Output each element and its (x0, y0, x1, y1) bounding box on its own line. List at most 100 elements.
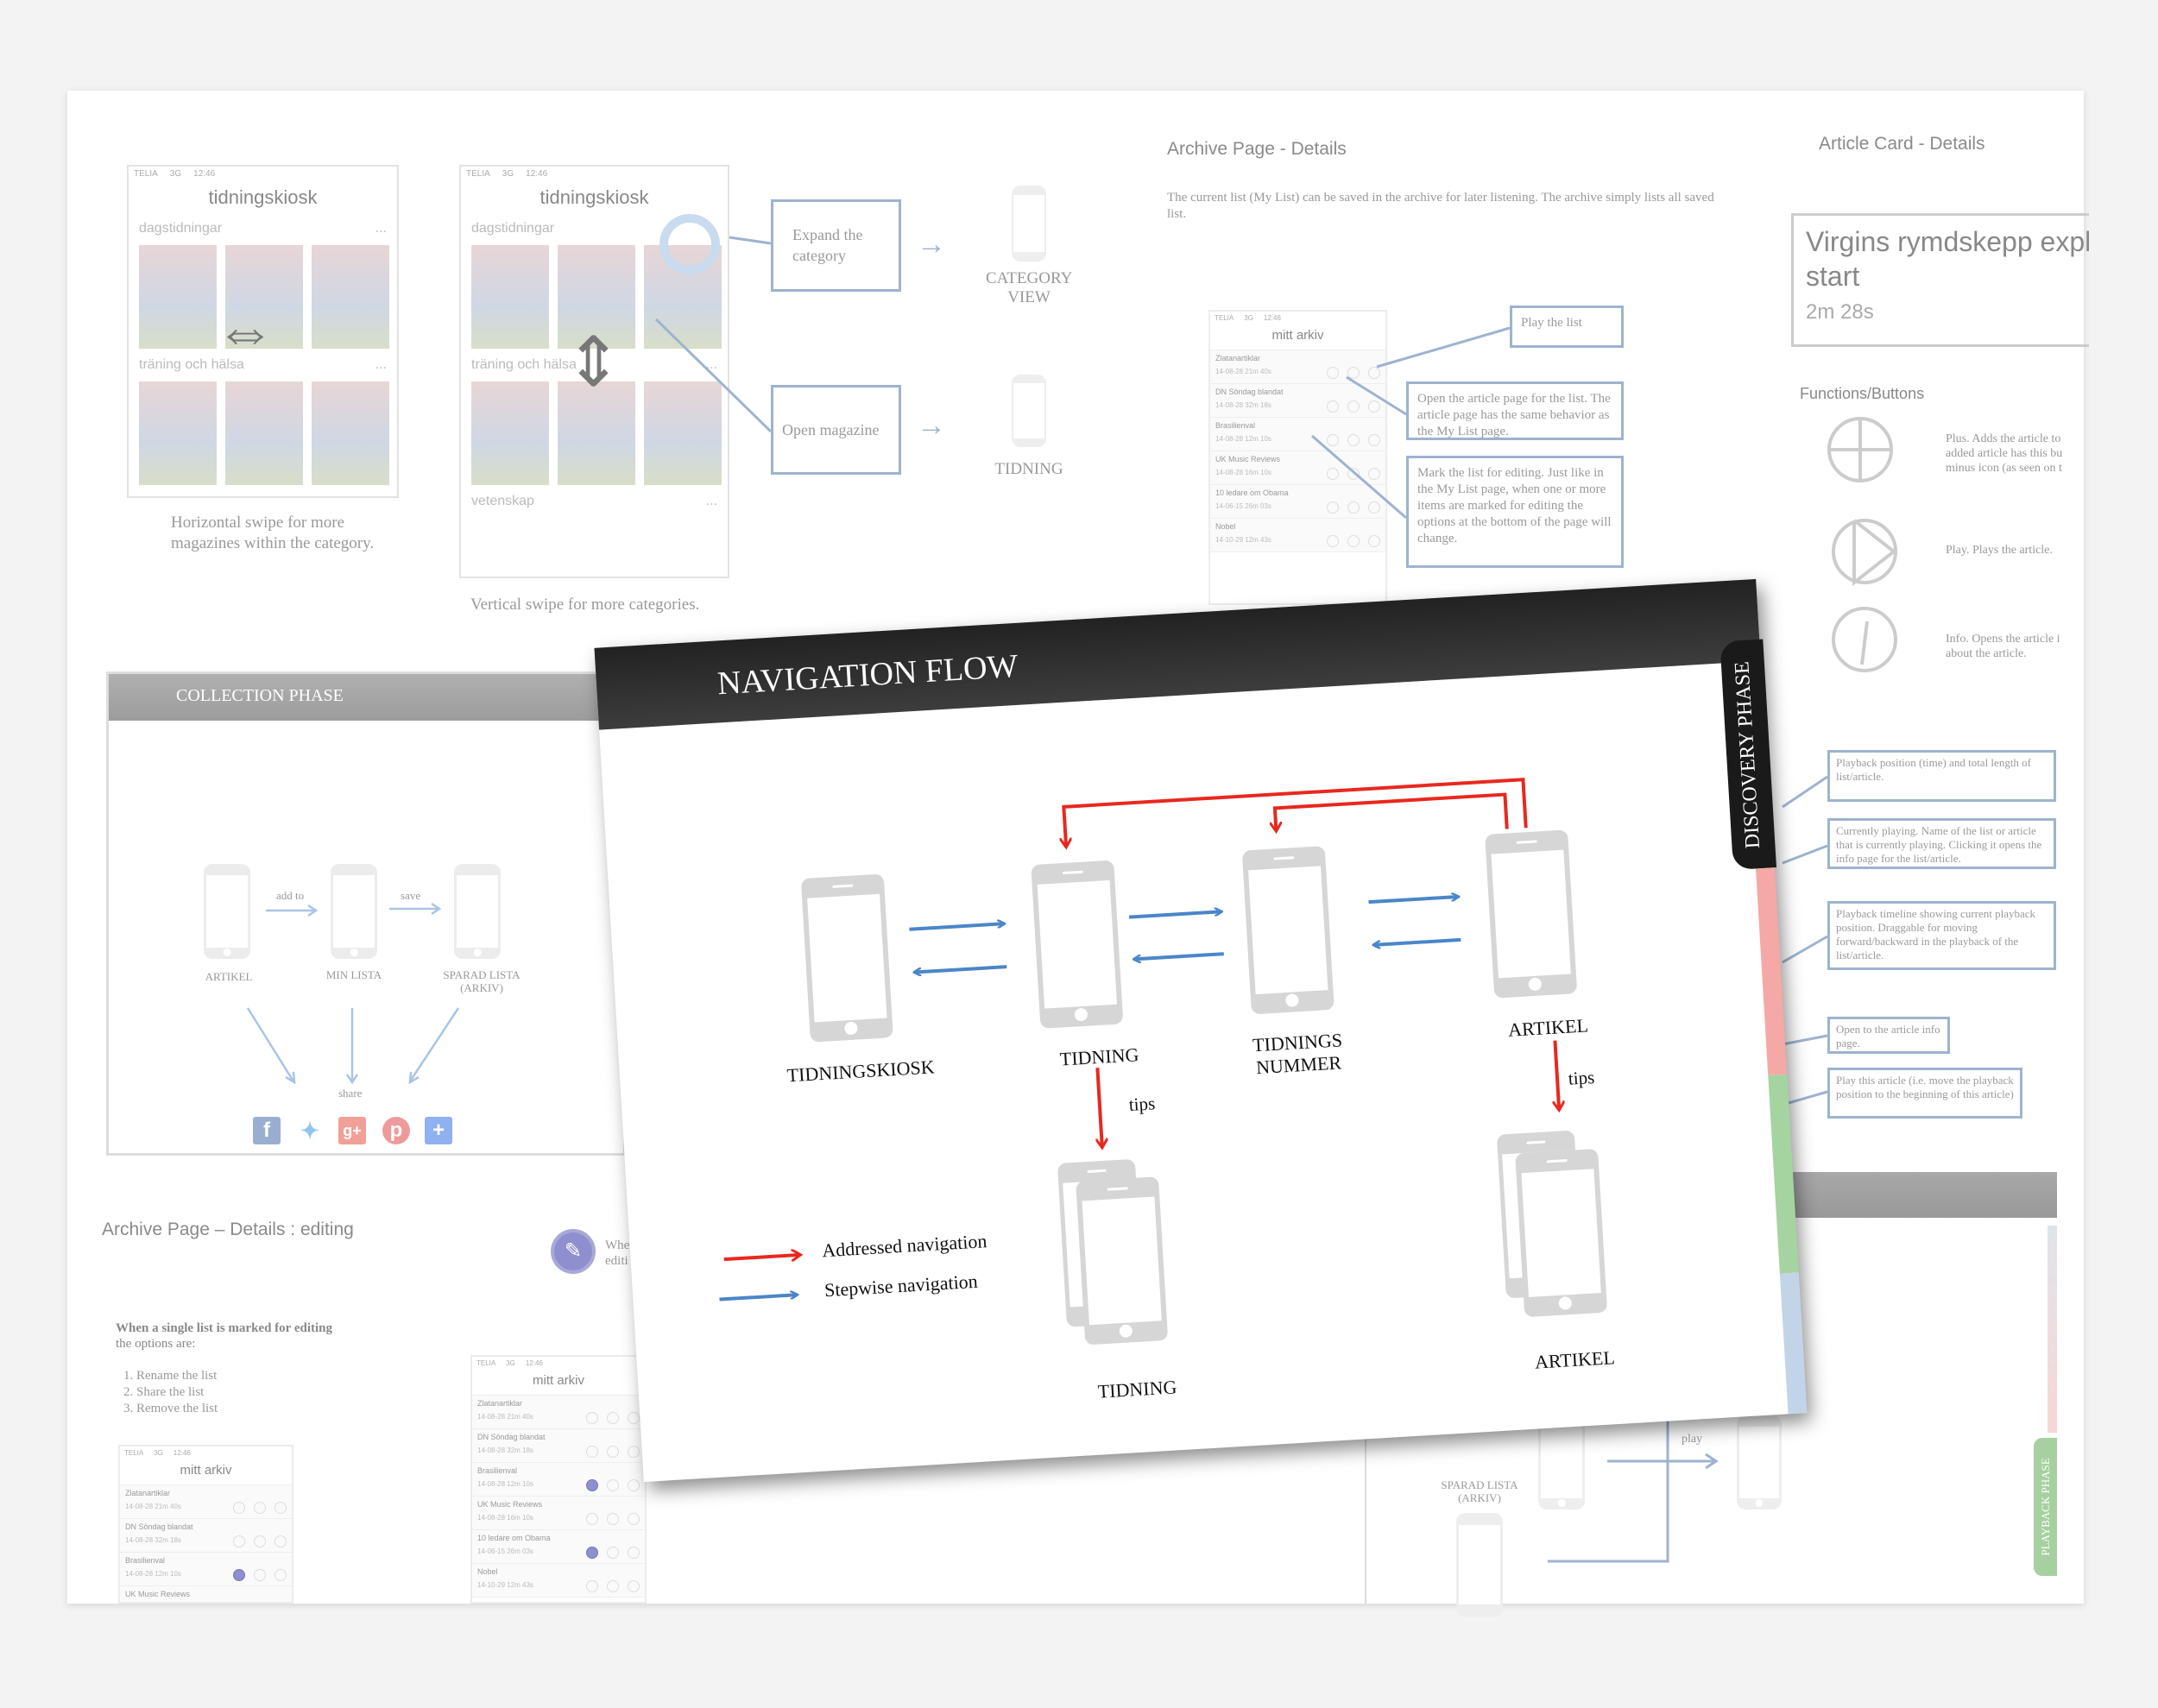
twitter-icon[interactable]: ✦ (296, 1117, 324, 1144)
phone-title: mitt arkiv (120, 1459, 292, 1485)
add-share-icon[interactable]: + (425, 1117, 452, 1144)
addressed-arrow (1097, 1067, 1101, 1147)
status-text: 12:46 (173, 1449, 191, 1457)
section-heading: Article Card - Details (1819, 134, 1985, 154)
stepwise-arrow (1134, 952, 1224, 959)
function-desc-info: Info. Opens the article i about the artic… (1946, 632, 2084, 661)
info-icon[interactable] (607, 1479, 619, 1491)
info-icon[interactable] (607, 1412, 619, 1424)
list-item[interactable]: Brasilienval 14-08-28 12m 10s (120, 1553, 292, 1586)
list-item[interactable]: UK Music Reviews14-08-28 16m 10s (120, 1586, 292, 1604)
edit-icon: ✎ (551, 1229, 596, 1274)
edit-icon[interactable] (586, 1513, 598, 1525)
play-icon[interactable] (274, 1535, 287, 1547)
play-icon[interactable] (628, 1479, 640, 1491)
list-name: 10 ledare om Obama (477, 1534, 551, 1542)
info-icon[interactable] (607, 1513, 619, 1525)
edit-icon[interactable] (233, 1603, 245, 1604)
list-item[interactable]: DN Söndag blandat 14-08-28 32m 18s (472, 1429, 645, 1463)
playback-header (1761, 1172, 2057, 1218)
list-item[interactable]: Zlatanartiklar 14-08-28 21m 40s (472, 1396, 645, 1429)
note-box: Play this article (i.e. move the playbac… (1827, 1068, 2022, 1119)
list-name: DN Söndag blandat (125, 1522, 193, 1531)
list-item[interactable]: Brasilienval 14-08-28 12m 10s (472, 1463, 645, 1497)
info-icon[interactable] (254, 1569, 266, 1581)
article-duration: 2m 28s (1806, 300, 1874, 324)
row-actions (586, 1580, 640, 1592)
list-item[interactable]: Nobel 14-10-29 12m 43s (472, 1564, 645, 1598)
list-name: Zlatanartiklar (125, 1489, 171, 1497)
text: minus icon (as seen on t (1946, 462, 2062, 475)
phase-strip (2048, 1226, 2057, 1433)
edit-icon[interactable] (233, 1502, 245, 1514)
functions-heading: Functions/Buttons (1800, 385, 1925, 402)
play-icon[interactable] (628, 1446, 640, 1458)
list-item[interactable]: Zlatanartiklar 14-08-28 21m 40s (120, 1485, 292, 1519)
status-text: 12:46 (525, 1359, 543, 1367)
status-bar: TELIA 3G 12:46 (472, 1357, 645, 1370)
navigation-flow-card: NAVIGATION FLOW DISCOVERY PHASE TIDNINGS… (594, 578, 1808, 1483)
note-box: Playback position (time) and total lengt… (1827, 750, 2056, 802)
row-actions (233, 1569, 287, 1581)
list-item[interactable]: DN Söndag blandat 14-08-28 32m 18s (120, 1519, 292, 1553)
text: Plus. Adds the article to (1946, 432, 2061, 445)
play-icon[interactable] (628, 1513, 640, 1525)
tab-label: PLAYBACK PHASE (2038, 1458, 2052, 1556)
edit-icon[interactable] (586, 1580, 598, 1592)
legend-stepwise-arrow (719, 1295, 797, 1301)
text: Info. Opens the article i (1946, 633, 2060, 646)
edit-icon[interactable] (233, 1535, 245, 1547)
divider (1365, 1438, 1366, 1604)
list-item[interactable]: 10 ledare om Obama 14-06-15 26m 03s (472, 1530, 645, 1564)
status-bar: TELIA 3G 12:46 (120, 1446, 292, 1459)
function-desc-play: Play. Plays the article. (1946, 544, 2053, 557)
list-name: Zlatanartiklar (477, 1399, 523, 1408)
play-icon[interactable] (274, 1603, 287, 1604)
edit-icon[interactable] (586, 1547, 598, 1559)
info-icon[interactable] (254, 1502, 266, 1514)
phone-title: mitt arkiv (472, 1370, 645, 1396)
pinterest-icon[interactable]: p (382, 1117, 410, 1144)
play-icon[interactable] (274, 1502, 287, 1514)
article-title: Virgins rymdskepp expl (1806, 226, 2089, 257)
addressed-arrow (1555, 1040, 1559, 1110)
list-name: Brasilienval (125, 1556, 166, 1565)
info-icon[interactable] (607, 1446, 619, 1458)
facebook-icon[interactable]: f (253, 1117, 281, 1144)
editing-options: Rename the list Share the list Remove th… (136, 1368, 218, 1417)
playback-phase-tab[interactable]: PLAYBACK PHASE (2034, 1438, 2057, 1576)
play-icon[interactable] (628, 1580, 640, 1592)
row-actions (586, 1412, 640, 1424)
list-item[interactable]: UK Music Reviews14-08-28 16m 10s (472, 1497, 645, 1530)
google-plus-icon[interactable]: g+ (338, 1117, 366, 1144)
section-heading: Archive Page – Details : editing (102, 1220, 354, 1239)
option: Share the list (136, 1384, 218, 1401)
list-name: Nobel (477, 1567, 498, 1576)
list-name: Brasilienval (477, 1466, 518, 1475)
option: Rename the list (136, 1368, 218, 1384)
editing-intro: When a single list is marked for editing… (116, 1320, 340, 1352)
edit-icon[interactable] (586, 1412, 598, 1424)
status-text: 3G (154, 1449, 163, 1457)
play-icon[interactable] (274, 1569, 287, 1581)
info-circle-icon (1832, 607, 1897, 672)
info-icon[interactable] (254, 1535, 266, 1547)
edit-icon[interactable] (586, 1446, 598, 1458)
play-icon[interactable] (628, 1547, 640, 1559)
info-icon[interactable] (254, 1603, 266, 1604)
info-icon[interactable] (607, 1547, 619, 1559)
info-icon[interactable] (607, 1580, 619, 1592)
addressed-arrow (1275, 792, 1509, 843)
function-desc-plus: Plus. Adds the article to added article h… (1946, 432, 2084, 476)
phone-icon (1456, 1513, 1503, 1617)
screen-label: SPARAD LISTA (ARKIV) (1441, 1478, 1518, 1504)
archive-phone-editing: TELIA 3G 12:46 mitt arkiv Zlatanartiklar 14-0… (118, 1445, 293, 1604)
article-title-cont: start (1806, 261, 1860, 292)
row-actions (586, 1513, 640, 1525)
play-icon[interactable] (628, 1412, 640, 1424)
row-actions (586, 1547, 640, 1559)
row-actions (233, 1502, 287, 1514)
edit-icon[interactable] (586, 1479, 598, 1491)
edit-icon[interactable] (233, 1569, 245, 1581)
phone-icon (1737, 1415, 1782, 1509)
